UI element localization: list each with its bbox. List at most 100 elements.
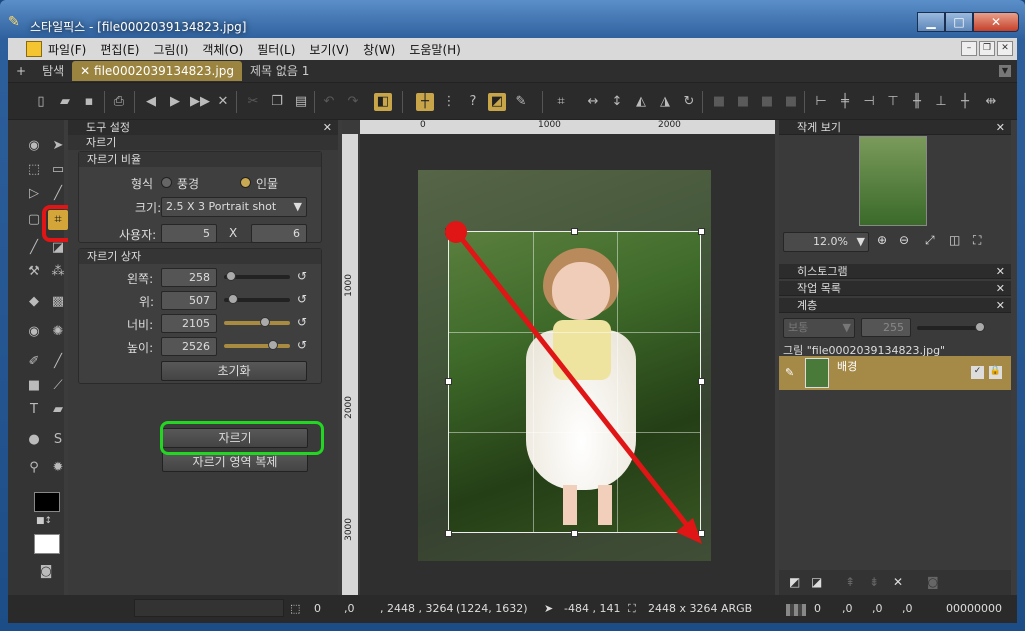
history-close-icon[interactable]: ✕: [996, 281, 1005, 296]
landscape-radio[interactable]: [161, 177, 172, 188]
menu-image[interactable]: 그림(I): [153, 41, 188, 58]
new-layer-icon[interactable]: ◩: [789, 575, 800, 589]
delete-layer-icon[interactable]: ✕: [893, 575, 903, 589]
mdi-minimize-button[interactable]: –: [961, 41, 977, 56]
width-slider[interactable]: [224, 317, 290, 327]
tab-untitled[interactable]: 제목 없음 1: [242, 61, 317, 81]
histogram-close-icon[interactable]: ✕: [996, 264, 1005, 279]
align-bottom-icon[interactable]: ⊥: [932, 93, 950, 111]
ruler-icon[interactable]: ┼: [416, 93, 434, 111]
brightness-icon[interactable]: ✺: [48, 322, 68, 342]
align-left-icon[interactable]: ⊢: [812, 93, 830, 111]
align-center-icon[interactable]: ╪: [836, 93, 854, 111]
navigator-thumbnail[interactable]: [859, 136, 927, 226]
pen-icon[interactable]: ✐: [24, 352, 44, 372]
zoom-icon[interactable]: ⚲: [24, 458, 44, 478]
layer-mask-icon[interactable]: ◙: [927, 575, 939, 589]
guide-icon[interactable]: ?: [464, 93, 482, 111]
crop-icon[interactable]: ⌗: [552, 93, 570, 111]
line-icon[interactable]: ╱: [48, 352, 68, 372]
script-icon[interactable]: S: [48, 430, 68, 450]
layers-close-icon[interactable]: ✕: [996, 298, 1005, 313]
swap-colors-icon[interactable]: ■↕: [36, 516, 52, 526]
menu-object[interactable]: 객체(O): [202, 41, 243, 58]
zoom-in-icon[interactable]: ⊕: [877, 233, 887, 247]
foreground-color[interactable]: [34, 492, 60, 512]
redeye-icon[interactable]: ◉: [24, 322, 44, 342]
history-header[interactable]: 작업 목록 ✕: [779, 281, 1011, 296]
panel-toggle-icon[interactable]: ◧: [374, 93, 392, 111]
left-reset-icon[interactable]: ↺: [297, 269, 307, 283]
flip-h-icon[interactable]: ↔: [584, 93, 602, 111]
align-top-icon[interactable]: ⊤: [884, 93, 902, 111]
pen-tool-icon[interactable]: ✎: [512, 93, 530, 111]
user-height-field[interactable]: 6: [251, 224, 307, 243]
print-icon[interactable]: ⎙: [110, 93, 128, 111]
menu-view[interactable]: 보기(V): [309, 41, 349, 58]
layer-opacity-field[interactable]: 255: [861, 318, 911, 337]
brush-icon[interactable]: ╱: [24, 238, 44, 258]
zoom-out-icon[interactable]: ⊖: [899, 233, 909, 247]
folder-tool-icon[interactable]: ▰: [48, 400, 68, 420]
undo-icon[interactable]: ↶: [320, 93, 338, 111]
lasso-icon[interactable]: ▷: [24, 184, 44, 204]
fullscreen-icon[interactable]: ⛶: [973, 233, 981, 248]
menu-help[interactable]: 도움말(H): [409, 41, 461, 58]
color-wheel-icon[interactable]: ●: [24, 430, 44, 450]
background-color[interactable]: [34, 534, 60, 554]
height-slider[interactable]: [224, 340, 290, 350]
width-reset-icon[interactable]: ↺: [297, 315, 307, 329]
cut-icon[interactable]: ✂: [244, 93, 262, 111]
close-button[interactable]: ✕: [973, 12, 1019, 32]
gear-tool-icon[interactable]: ✹: [48, 458, 68, 478]
user-width-field[interactable]: 5: [161, 224, 217, 243]
top-slider[interactable]: [224, 294, 290, 304]
copy-crop-area-button[interactable]: 자르기 영역 복제: [162, 452, 308, 472]
text-icon[interactable]: T: [24, 400, 44, 420]
redo-icon[interactable]: ↷: [344, 93, 362, 111]
open-icon[interactable]: ▰: [56, 93, 74, 111]
top-reset-icon[interactable]: ↺: [297, 292, 307, 306]
new-tab-button[interactable]: +: [8, 61, 34, 81]
align4-icon[interactable]: ■: [782, 93, 800, 111]
rect-select-icon[interactable]: ⬚: [24, 160, 44, 180]
move-tool-icon[interactable]: ➤: [48, 136, 68, 156]
align3-icon[interactable]: ■: [758, 93, 776, 111]
panel-close-icon[interactable]: ✕: [323, 120, 332, 135]
rotate-left-icon[interactable]: ◭: [632, 93, 650, 111]
reset-button[interactable]: 초기화: [161, 361, 307, 381]
size-select[interactable]: 2.5 X 3 Portrait shot ▼: [161, 197, 307, 217]
gradient-icon[interactable]: ▩: [48, 292, 68, 312]
histogram-header[interactable]: 히스토그램 ✕: [779, 264, 1011, 279]
fit-window-icon[interactable]: ⤢: [925, 233, 935, 248]
maximize-button[interactable]: □: [945, 12, 973, 32]
tabs-dropdown-icon[interactable]: ▼: [999, 65, 1011, 77]
lock-icon[interactable]: 🔒: [989, 366, 1002, 379]
play-icon[interactable]: ▶: [166, 93, 184, 111]
rect-select2-icon[interactable]: ▭: [48, 160, 68, 180]
spray-icon[interactable]: ⁂: [48, 262, 68, 282]
snap-icon[interactable]: ◩: [488, 93, 506, 111]
layer-row-background[interactable]: ✎ 배경 ✓ 🔒: [779, 356, 1011, 390]
left-slider[interactable]: [224, 271, 290, 281]
mdi-close-button[interactable]: ✕: [997, 41, 1013, 56]
align1-icon[interactable]: ■: [710, 93, 728, 111]
portrait-radio[interactable]: [240, 177, 251, 188]
rotate-right-icon[interactable]: ◮: [656, 93, 674, 111]
blend-mode-select[interactable]: 보통 ▼: [783, 318, 855, 338]
save-icon[interactable]: ▪: [80, 93, 98, 111]
first-icon[interactable]: ◀: [142, 93, 160, 111]
actual-size-icon[interactable]: ◫: [949, 233, 960, 247]
fill-icon[interactable]: ◆: [24, 292, 44, 312]
align-right-icon[interactable]: ⊣: [860, 93, 878, 111]
distribute-icon[interactable]: ┼: [956, 93, 974, 111]
visibility-check-icon[interactable]: ✓: [971, 366, 984, 379]
new-icon[interactable]: ▯: [32, 93, 50, 111]
move-up-icon[interactable]: ⇞: [845, 575, 855, 589]
clone-icon[interactable]: ⚒: [24, 262, 44, 282]
object-tool-icon[interactable]: ▢: [24, 210, 44, 230]
mdi-restore-button[interactable]: ❐: [979, 41, 995, 56]
shape-icon[interactable]: ■: [24, 376, 44, 396]
rotate-180-icon[interactable]: ↻: [680, 93, 698, 111]
align-middle-icon[interactable]: ╫: [908, 93, 926, 111]
